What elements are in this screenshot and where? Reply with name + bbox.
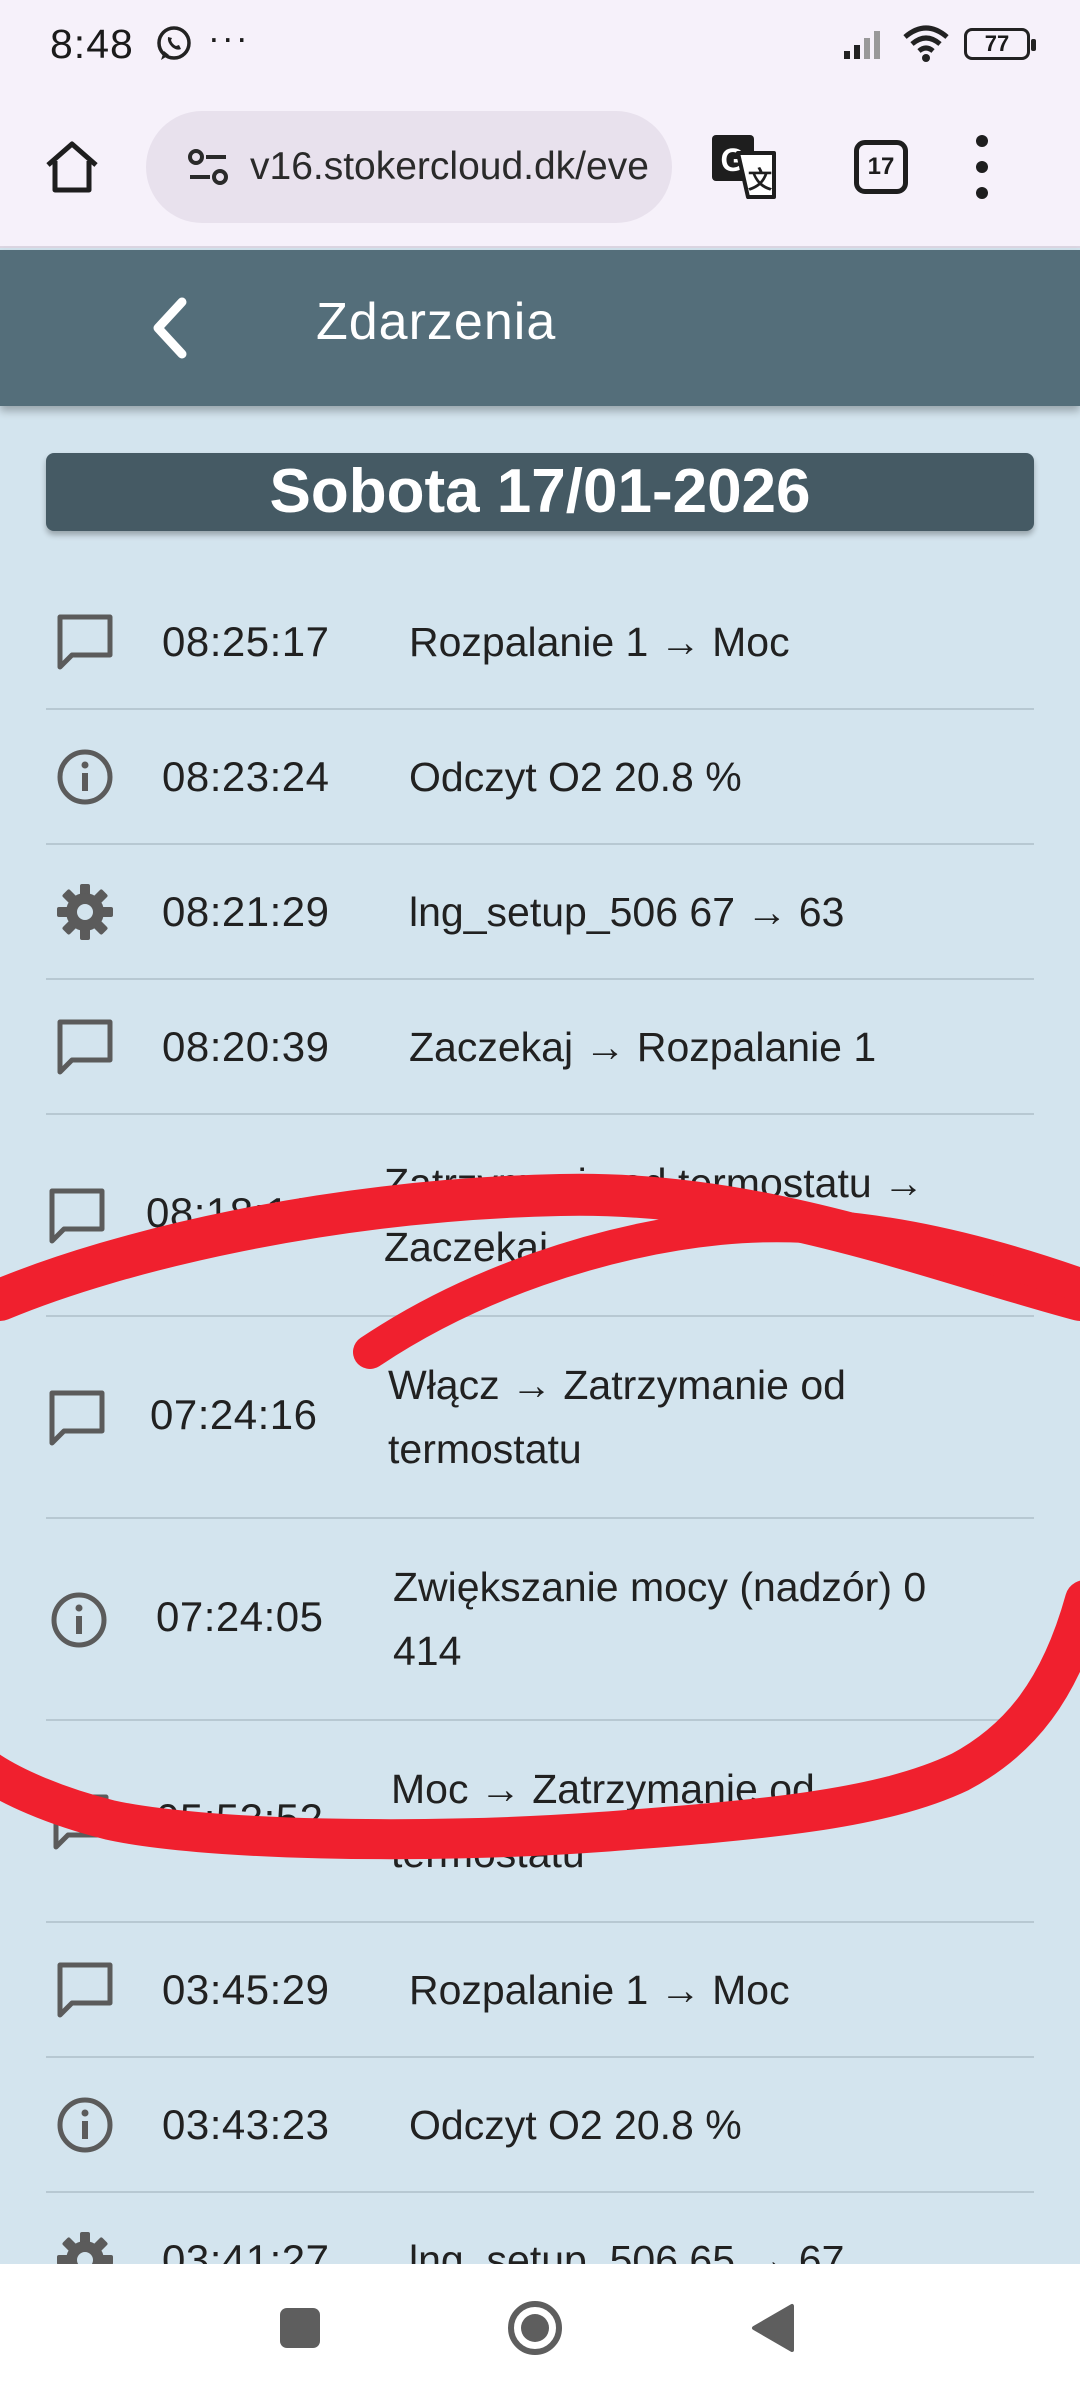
event-time: 08:23:24 [162, 753, 330, 800]
event-row[interactable]: 07:24:05 Zwiększanie mocy (nadzór) 0 414 [46, 1519, 1034, 1721]
tab-count: 17 [867, 153, 895, 180]
page-title: Zdarzenia [316, 293, 557, 351]
info-icon [51, 1592, 107, 1648]
message-icon [57, 1019, 113, 1075]
browser-toolbar: v16.stokercloud.dk/eve G 文 17 [0, 88, 1080, 248]
back-chevron-icon[interactable] [140, 288, 204, 368]
url-text[interactable]: v16.stokercloud.dk/eve [250, 145, 649, 189]
recents-button[interactable] [260, 2294, 340, 2362]
back-nav-button[interactable] [733, 2294, 813, 2362]
translate-icon[interactable]: G 文 [708, 131, 780, 203]
event-row[interactable]: 08:21:29 lng_setup_506 67 → 63 [46, 845, 1034, 980]
message-icon [49, 1390, 105, 1446]
event-row[interactable]: 03:43:23 Odczyt O2 20.8 % [46, 2058, 1034, 2193]
status-bar: 8:48 ··· 77 [0, 0, 1080, 88]
event-row[interactable]: 08:25:17 Rozpalanie 1 → Moc [46, 575, 1034, 710]
event-text: Moc → Zatrzymanie od termostatu [391, 1766, 815, 1876]
event-time: 07:24:16 [150, 1391, 318, 1438]
event-text: Odczyt O2 20.8 % [409, 754, 742, 800]
event-time: 08:18:16 [146, 1189, 314, 1236]
svg-text:文: 文 [748, 166, 773, 194]
event-time: 03:43:23 [162, 2101, 330, 2148]
event-text: lng_setup_506 67 → 63 [409, 889, 845, 935]
battery-level: 77 [984, 31, 1010, 56]
site-settings-icon[interactable] [186, 145, 230, 189]
date-heading: Sobota 17/01-2026 [46, 453, 1034, 531]
recents-square-icon [280, 2308, 320, 2348]
info-icon [57, 749, 113, 805]
home-icon [46, 141, 98, 193]
message-icon [57, 1962, 113, 2018]
gear-icon [57, 884, 113, 940]
home-nav-button[interactable] [495, 2294, 575, 2362]
address-bar[interactable]: v16.stokercloud.dk/eve [146, 111, 672, 223]
home-circle-icon [508, 2301, 562, 2355]
event-time: 03:45:29 [162, 1966, 330, 2013]
status-time: 8:48 [50, 20, 134, 67]
event-time: 08:20:39 [162, 1023, 330, 1070]
event-text: Zaczekaj → Rozpalanie 1 [409, 1024, 877, 1070]
tab-switcher-button[interactable]: 17 [854, 140, 908, 194]
back-triangle-icon [752, 2304, 794, 2352]
event-list: 08:25:17 Rozpalanie 1 → Moc 08:23:24 Odc… [46, 575, 1034, 2328]
signal-icon [844, 31, 880, 59]
event-text: Zatrzymanie od termostatu → Zaczekaj [384, 1160, 925, 1270]
notification-more-icon: ··· [207, 17, 250, 58]
screen: 8:48 ··· 77 v16.stokercloud.dk/eve G 文 1… [0, 0, 1080, 2400]
app-header: Zdarzenia [0, 250, 1080, 406]
event-text: Włącz → Zatrzymanie od termostatu [388, 1362, 846, 1472]
event-time: 08:21:29 [162, 888, 330, 935]
event-row[interactable]: 08:18:16 Zatrzymanie od termostatu → Zac… [46, 1115, 1034, 1317]
browser-menu-button[interactable] [970, 135, 994, 199]
message-icon [49, 1188, 105, 1244]
system-nav-bar [0, 2264, 1080, 2400]
message-icon [53, 1794, 109, 1850]
message-icon [57, 614, 113, 670]
home-button[interactable] [34, 129, 110, 205]
event-time: 08:25:17 [162, 618, 330, 665]
event-row[interactable]: 07:24:16 Włącz → Zatrzymanie od termosta… [46, 1317, 1034, 1519]
event-text: Rozpalanie 1 → Moc [409, 619, 790, 665]
event-text: Odczyt O2 20.8 % [409, 2102, 742, 2148]
wifi-icon [903, 25, 949, 62]
event-row[interactable]: 08:23:24 Odczyt O2 20.8 % [46, 710, 1034, 845]
status-indicators: 77 [842, 25, 1036, 63]
event-text: Zwiększanie mocy (nadzór) 0 414 [393, 1564, 927, 1674]
event-time: 05:53:52 [156, 1795, 324, 1842]
battery-icon: 77 [964, 28, 1036, 60]
event-row[interactable]: 05:53:52 Moc → Zatrzymanie od termostatu [46, 1721, 1034, 1923]
whatsapp-icon [157, 26, 191, 60]
event-time: 07:24:05 [156, 1593, 324, 1640]
info-icon [57, 2097, 113, 2153]
event-text: Rozpalanie 1 → Moc [409, 1967, 790, 2013]
event-row[interactable]: 08:20:39 Zaczekaj → Rozpalanie 1 [46, 980, 1034, 1115]
event-row[interactable]: 03:45:29 Rozpalanie 1 → Moc [46, 1923, 1034, 2058]
